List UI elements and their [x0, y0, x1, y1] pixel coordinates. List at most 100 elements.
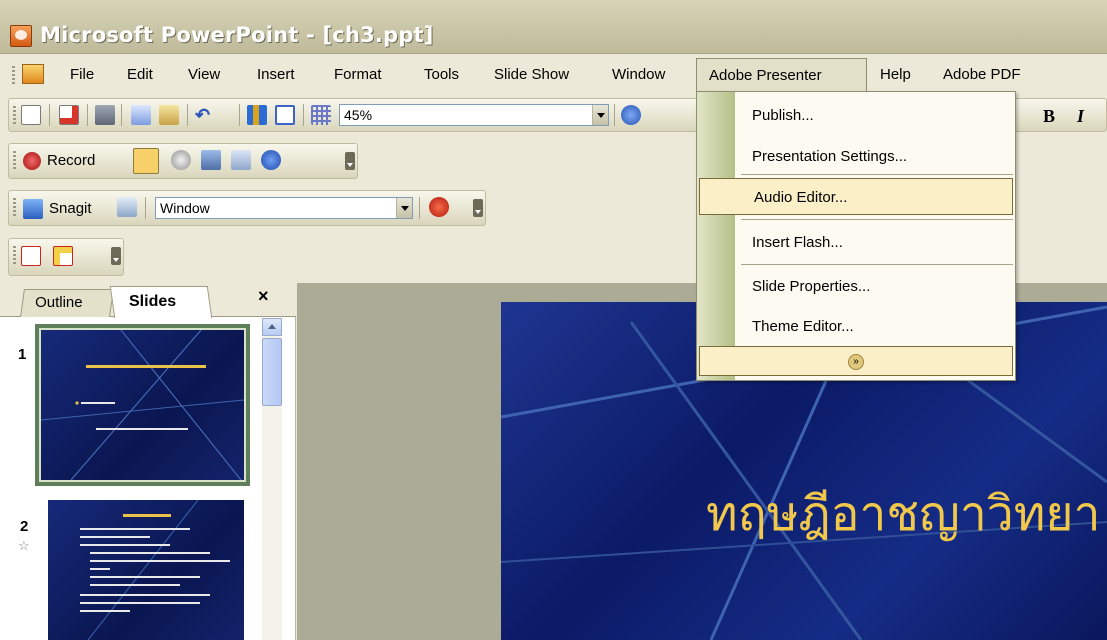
- powerpoint-app-icon[interactable]: [10, 25, 32, 47]
- menu-adobe-pdf[interactable]: Adobe PDF: [943, 66, 1021, 83]
- menu-item-presentation-settings[interactable]: Presentation Settings...: [698, 136, 1014, 176]
- bold-button[interactable]: B: [1043, 106, 1055, 127]
- insert-table-icon[interactable]: [275, 105, 295, 125]
- flash-icon[interactable]: [429, 197, 449, 217]
- menu-insert[interactable]: Insert: [257, 66, 295, 83]
- menu-item-publish[interactable]: Publish...: [698, 95, 1014, 135]
- presenter-tool-icon[interactable]: [133, 148, 159, 174]
- zoom-dropdown-arrow-icon[interactable]: [592, 105, 608, 125]
- undo-icon[interactable]: ↶: [195, 105, 215, 125]
- capture-mode-value: Window: [160, 200, 210, 216]
- menu-adobe-presenter-label: Adobe Presenter: [709, 67, 822, 84]
- presenter-help-icon[interactable]: [261, 150, 281, 170]
- toolbar-options-chevron-icon[interactable]: [473, 199, 483, 217]
- record-label: Record: [47, 152, 96, 169]
- capture-mode-select[interactable]: Window: [155, 197, 413, 219]
- insert-chart-icon[interactable]: [247, 105, 267, 125]
- menu-format[interactable]: Format: [334, 66, 382, 83]
- toolbar-separator: [419, 197, 420, 219]
- toolbar-separator: [614, 104, 615, 126]
- zoom-select[interactable]: 45%: [339, 104, 609, 126]
- toolbar-separator: [121, 104, 122, 126]
- toolbar-grip-handle[interactable]: [13, 106, 16, 124]
- slide-title[interactable]: ทฤษฎีอาชญาวิทยา: [706, 476, 1100, 552]
- slide-thumbnail[interactable]: [48, 500, 244, 640]
- menu-help[interactable]: Help: [880, 66, 911, 83]
- paste-icon[interactable]: [159, 105, 179, 125]
- menu-tools[interactable]: Tools: [424, 66, 459, 83]
- webcam-icon[interactable]: [171, 150, 191, 170]
- toolbar-grip-handle[interactable]: [13, 151, 16, 169]
- convert-to-pdf-icon[interactable]: [21, 246, 41, 266]
- copy-icon[interactable]: [131, 105, 151, 125]
- toolbar-separator: [49, 104, 50, 126]
- slide-number: 1: [18, 346, 27, 363]
- snagit-profile-icon[interactable]: [117, 197, 137, 217]
- document-icon[interactable]: [22, 64, 44, 84]
- menu-item-insert-flash[interactable]: Insert Flash...: [698, 222, 1014, 262]
- presenter-record-toolbar: Record: [8, 143, 358, 179]
- menu-item-label: Slide Properties...: [752, 278, 871, 295]
- snagit-label: Snagit: [49, 200, 92, 217]
- close-pane-button[interactable]: ×: [258, 286, 269, 307]
- menu-expand-button[interactable]: »: [699, 346, 1013, 376]
- menu-file[interactable]: File: [70, 66, 94, 83]
- zoom-value: 45%: [344, 107, 373, 123]
- convert-and-email-pdf-icon[interactable]: [53, 246, 73, 266]
- record-button[interactable]: Record: [21, 149, 129, 175]
- double-chevron-down-icon: »: [848, 354, 864, 370]
- tab-slides[interactable]: Slides: [109, 286, 213, 318]
- toolbar-separator: [303, 104, 304, 126]
- adobe-pdf-toolbar: [8, 238, 124, 276]
- print-icon[interactable]: [95, 105, 115, 125]
- toolbar-separator: [239, 104, 240, 126]
- undo-dropdown-arrow-icon[interactable]: [221, 105, 231, 125]
- menu-separator: [741, 264, 1013, 265]
- snagit-button[interactable]: Snagit: [21, 196, 109, 222]
- menubar-grip-handle[interactable]: [12, 66, 15, 84]
- menu-item-label: Insert Flash...: [752, 234, 843, 251]
- slide-thumbnail[interactable]: [41, 330, 244, 480]
- tab-outline[interactable]: Outline: [20, 289, 114, 317]
- toolbar-separator: [145, 197, 146, 219]
- menu-slide-show[interactable]: Slide Show: [494, 66, 569, 83]
- menu-view[interactable]: View: [188, 66, 220, 83]
- menu-item-label: Presentation Settings...: [752, 148, 908, 165]
- print-preview-icon[interactable]: [59, 105, 79, 125]
- menu-item-audio-editor[interactable]: Audio Editor...: [699, 178, 1013, 215]
- menu-item-label: Publish...: [752, 107, 814, 124]
- menu-edit[interactable]: Edit: [127, 66, 153, 83]
- help-icon[interactable]: [621, 105, 641, 125]
- snagit-icon: [23, 199, 43, 219]
- toolbar-separator: [187, 104, 188, 126]
- slide-manager-icon[interactable]: [201, 150, 221, 170]
- menu-item-slide-properties[interactable]: Slide Properties...: [698, 266, 1014, 306]
- show-grid-icon[interactable]: [311, 105, 331, 125]
- presentation-settings-icon[interactable]: [231, 150, 251, 170]
- menu-item-theme-editor[interactable]: Theme Editor...: [698, 306, 1014, 346]
- menu-separator: [741, 174, 1013, 175]
- toolbar-options-chevron-icon[interactable]: [111, 247, 121, 265]
- toolbar-grip-handle[interactable]: [13, 198, 16, 216]
- tab-outline-label: Outline: [35, 294, 83, 311]
- new-document-icon[interactable]: [21, 105, 41, 125]
- adobe-presenter-dropdown-menu: Publish... Presentation Settings... Audi…: [696, 91, 1016, 381]
- menu-bar: File Edit View Insert Format Tools Slide…: [0, 55, 1107, 95]
- scroll-up-arrow-icon[interactable]: [262, 318, 282, 336]
- menu-separator: [741, 219, 1013, 220]
- snagit-toolbar: Snagit Window: [8, 190, 486, 226]
- italic-button[interactable]: I: [1077, 106, 1084, 127]
- menu-window[interactable]: Window: [612, 66, 665, 83]
- window-title: Microsoft PowerPoint - [ch3.ppt]: [40, 23, 434, 47]
- menu-item-label: Theme Editor...: [752, 318, 854, 335]
- capture-mode-dropdown-arrow-icon[interactable]: [396, 198, 412, 218]
- toolbar-options-chevron-icon[interactable]: [345, 152, 355, 170]
- menu-adobe-presenter[interactable]: Adobe Presenter: [696, 58, 867, 95]
- title-bar: Microsoft PowerPoint - [ch3.ppt]: [0, 0, 1107, 54]
- tab-slides-label: Slides: [129, 293, 177, 310]
- toolbar-separator: [87, 104, 88, 126]
- toolbar-grip-handle[interactable]: [13, 246, 16, 264]
- slide-thumbnail-lines: [41, 330, 244, 480]
- scrollbar-thumb[interactable]: [262, 338, 282, 406]
- menu-item-label: Audio Editor...: [754, 189, 848, 206]
